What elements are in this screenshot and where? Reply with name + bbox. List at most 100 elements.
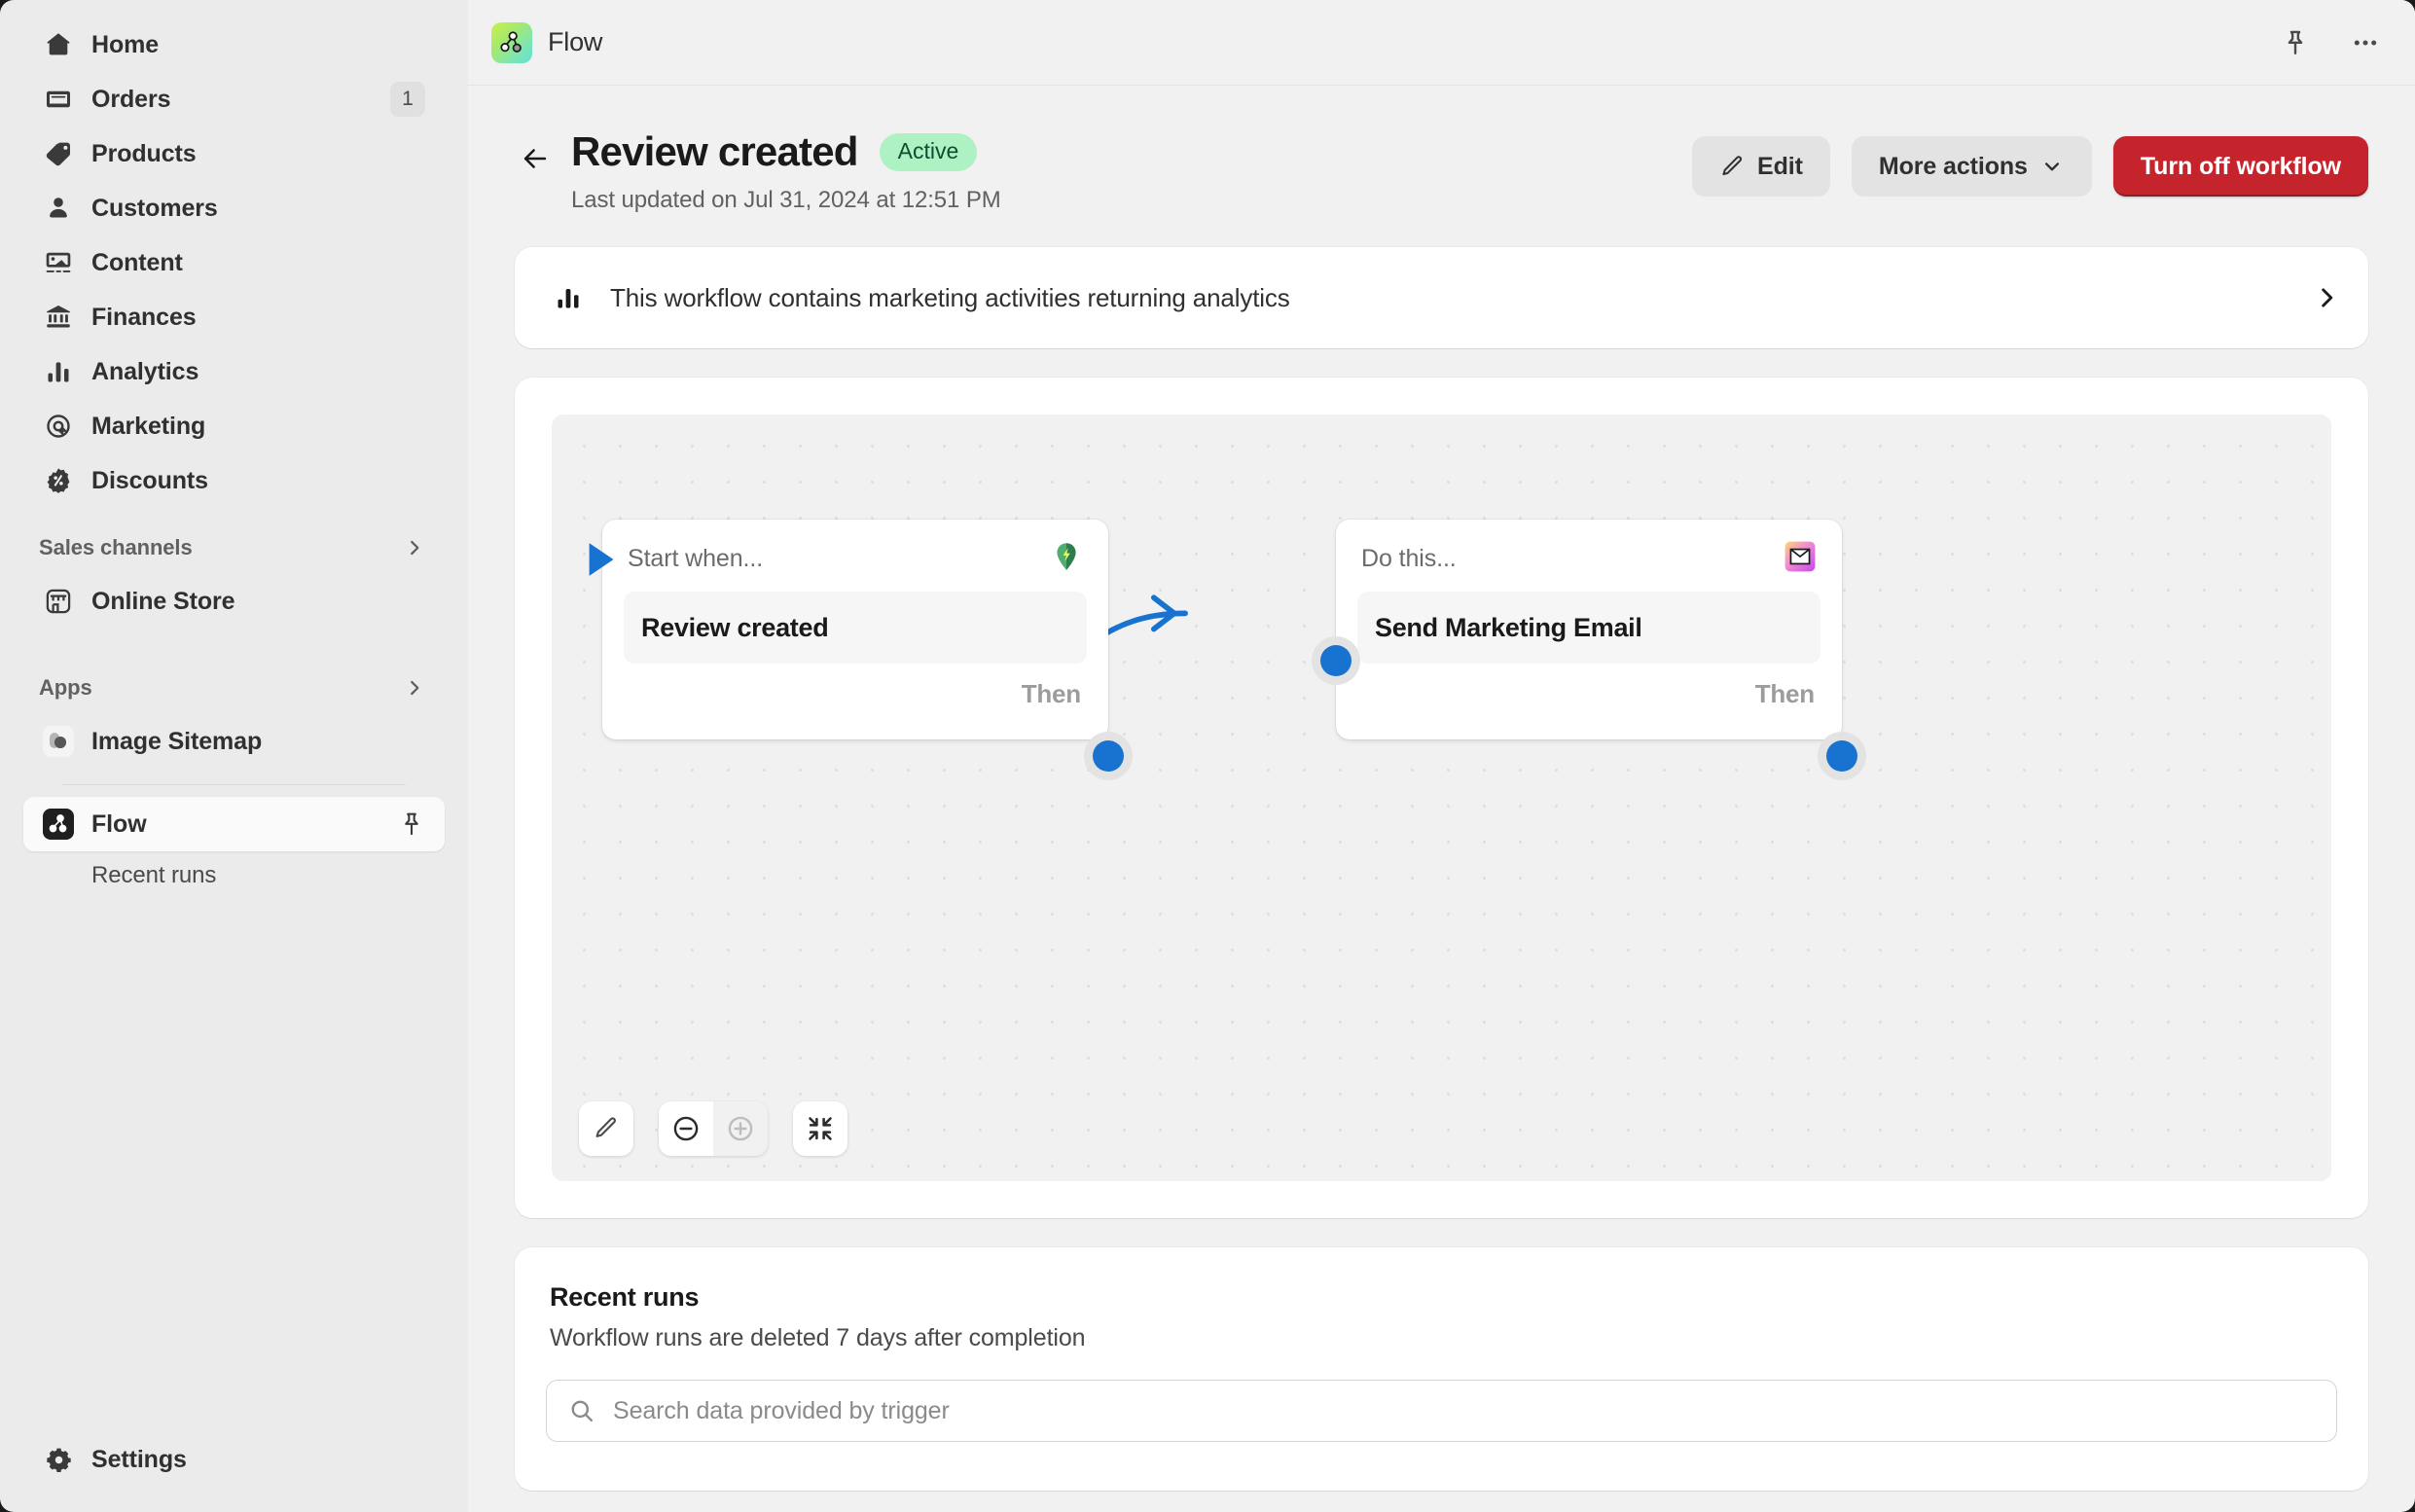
minus-circle-icon — [671, 1114, 701, 1143]
orders-icon — [43, 84, 74, 115]
sidebar-subitem-label: Recent runs — [91, 862, 217, 888]
orders-count-badge: 1 — [390, 82, 425, 117]
fit-to-screen-button[interactable] — [793, 1101, 847, 1156]
pencil-icon — [593, 1115, 620, 1142]
sidebar-item-analytics[interactable]: Analytics — [23, 344, 445, 399]
chevron-right-icon[interactable] — [2312, 283, 2341, 312]
trigger-node-header: Start when... — [624, 537, 1087, 580]
action-name: Send Marketing Email — [1375, 612, 1642, 642]
finances-icon — [43, 302, 74, 333]
sidebar-item-label: Products — [91, 139, 197, 167]
sidebar-item-content[interactable]: Content — [23, 235, 445, 290]
pin-icon[interactable] — [398, 810, 425, 838]
flow-app-icon — [43, 809, 74, 840]
action-node[interactable]: Do this... Send Marketing Email Then — [1336, 520, 1842, 739]
search-input[interactable] — [613, 1396, 2315, 1425]
trigger-bolt-icon — [1050, 540, 1083, 578]
turn-off-workflow-button[interactable]: Turn off workflow — [2112, 136, 2368, 197]
workflow-start-marker-icon — [580, 537, 625, 582]
sidebar-footer: Settings — [0, 1432, 468, 1512]
sidebar-item-label: Flow — [91, 810, 147, 838]
sidebar-item-label: Finances — [91, 303, 197, 331]
apps-list: Image Sitemap Flow Recent runs — [0, 714, 468, 900]
section-title: Apps — [39, 675, 92, 700]
sidebar-item-settings[interactable]: Settings — [23, 1432, 445, 1487]
flow-app-icon — [491, 21, 532, 63]
chevron-right-icon[interactable] — [404, 537, 425, 558]
sales-channels-section-header[interactable]: Sales channels — [0, 522, 468, 574]
trigger-node-footer: Then — [624, 664, 1087, 724]
page-title: Review created — [571, 128, 858, 174]
sidebar-item-online-store[interactable]: Online Store — [23, 574, 445, 629]
sidebar-item-discounts[interactable]: Discounts — [23, 453, 445, 508]
sidebar-item-label: Content — [91, 248, 183, 276]
recent-runs-search[interactable] — [546, 1380, 2337, 1442]
edit-button[interactable]: Edit — [1692, 136, 1830, 197]
canvas-edit-button[interactable] — [579, 1101, 633, 1156]
trigger-output-port[interactable] — [1084, 732, 1133, 780]
sidebar-item-home[interactable]: Home — [23, 18, 445, 72]
sidebar-item-orders[interactable]: Orders 1 — [23, 72, 445, 126]
marketing-analytics-banner[interactable]: This workflow contains marketing activit… — [515, 247, 2368, 348]
sidebar-item-flow[interactable]: Flow — [23, 797, 445, 851]
topbar-app-identity: Flow — [491, 21, 602, 63]
zoom-in-button[interactable] — [713, 1101, 768, 1156]
sidebar-item-customers[interactable]: Customers — [23, 181, 445, 235]
sidebar-item-products[interactable]: Products — [23, 126, 445, 181]
section-title: Sales channels — [39, 535, 193, 559]
edit-button-label: Edit — [1757, 152, 1803, 180]
arrow-left-icon[interactable] — [515, 138, 556, 179]
title-row: Review created Active — [571, 128, 1001, 175]
sidebar-divider — [62, 784, 406, 785]
chevron-down-icon — [2039, 154, 2065, 179]
zoom-controls — [659, 1101, 768, 1156]
search-icon — [568, 1397, 595, 1424]
analytics-icon — [43, 356, 74, 387]
chevron-right-icon[interactable] — [404, 677, 425, 699]
discounts-icon — [43, 465, 74, 496]
port-dot — [1093, 740, 1124, 772]
banner-text: This workflow contains marketing activit… — [610, 282, 1290, 312]
page-header-actions: Edit More actions Turn off workflow — [1692, 128, 2368, 197]
sidebar-item-label: Analytics — [91, 357, 199, 385]
pin-icon[interactable] — [2277, 24, 2314, 61]
sidebar-item-label: Orders — [91, 85, 171, 113]
trigger-name: Review created — [641, 612, 829, 642]
sidebar-item-label: Customers — [91, 194, 218, 222]
plus-circle-icon — [726, 1114, 755, 1143]
action-node-label: Do this... — [1361, 544, 1457, 572]
apps-section-header[interactable]: Apps — [0, 662, 468, 714]
sidebar: Home Orders 1 Products Customers Content… — [0, 0, 468, 1512]
sales-channels-list: Online Store — [0, 574, 468, 629]
gear-icon — [43, 1444, 74, 1475]
sidebar-item-image-sitemap[interactable]: Image Sitemap — [23, 714, 445, 769]
zoom-out-button[interactable] — [659, 1101, 713, 1156]
sidebar-item-finances[interactable]: Finances — [23, 290, 445, 344]
sidebar-item-label: Online Store — [91, 587, 235, 615]
sidebar-item-label: Home — [91, 30, 160, 58]
workflow-canvas[interactable]: Start when... Review created Then Do thi… — [552, 414, 2331, 1181]
action-output-port[interactable] — [1818, 732, 1866, 780]
home-icon — [43, 29, 74, 60]
sidebar-subitem-recent-runs[interactable]: Recent runs — [23, 851, 445, 900]
page-header: Review created Active Last updated on Ju… — [515, 86, 2368, 214]
sidebar-item-label: Settings — [91, 1445, 187, 1473]
primary-nav: Home Orders 1 Products Customers Content… — [0, 18, 468, 508]
collapse-icon — [806, 1114, 835, 1143]
canvas-toolbar — [579, 1101, 847, 1156]
topbar-actions — [2277, 24, 2384, 61]
trigger-node[interactable]: Start when... Review created Then — [602, 520, 1108, 739]
trigger-node-label: Start when... — [628, 544, 764, 572]
more-actions-button[interactable]: More actions — [1851, 136, 2092, 197]
ellipsis-icon[interactable] — [2347, 24, 2384, 61]
products-icon — [43, 138, 74, 169]
sidebar-item-marketing[interactable]: Marketing — [23, 399, 445, 453]
sidebar-item-label: Image Sitemap — [91, 727, 263, 755]
action-input-port[interactable] — [1312, 636, 1360, 685]
content-icon — [43, 247, 74, 278]
marketing-email-icon — [1784, 540, 1817, 578]
action-node-footer: Then — [1357, 664, 1820, 724]
trigger-node-body: Review created — [624, 592, 1087, 664]
bar-chart-icon — [554, 283, 583, 312]
more-actions-label: More actions — [1878, 152, 2028, 180]
